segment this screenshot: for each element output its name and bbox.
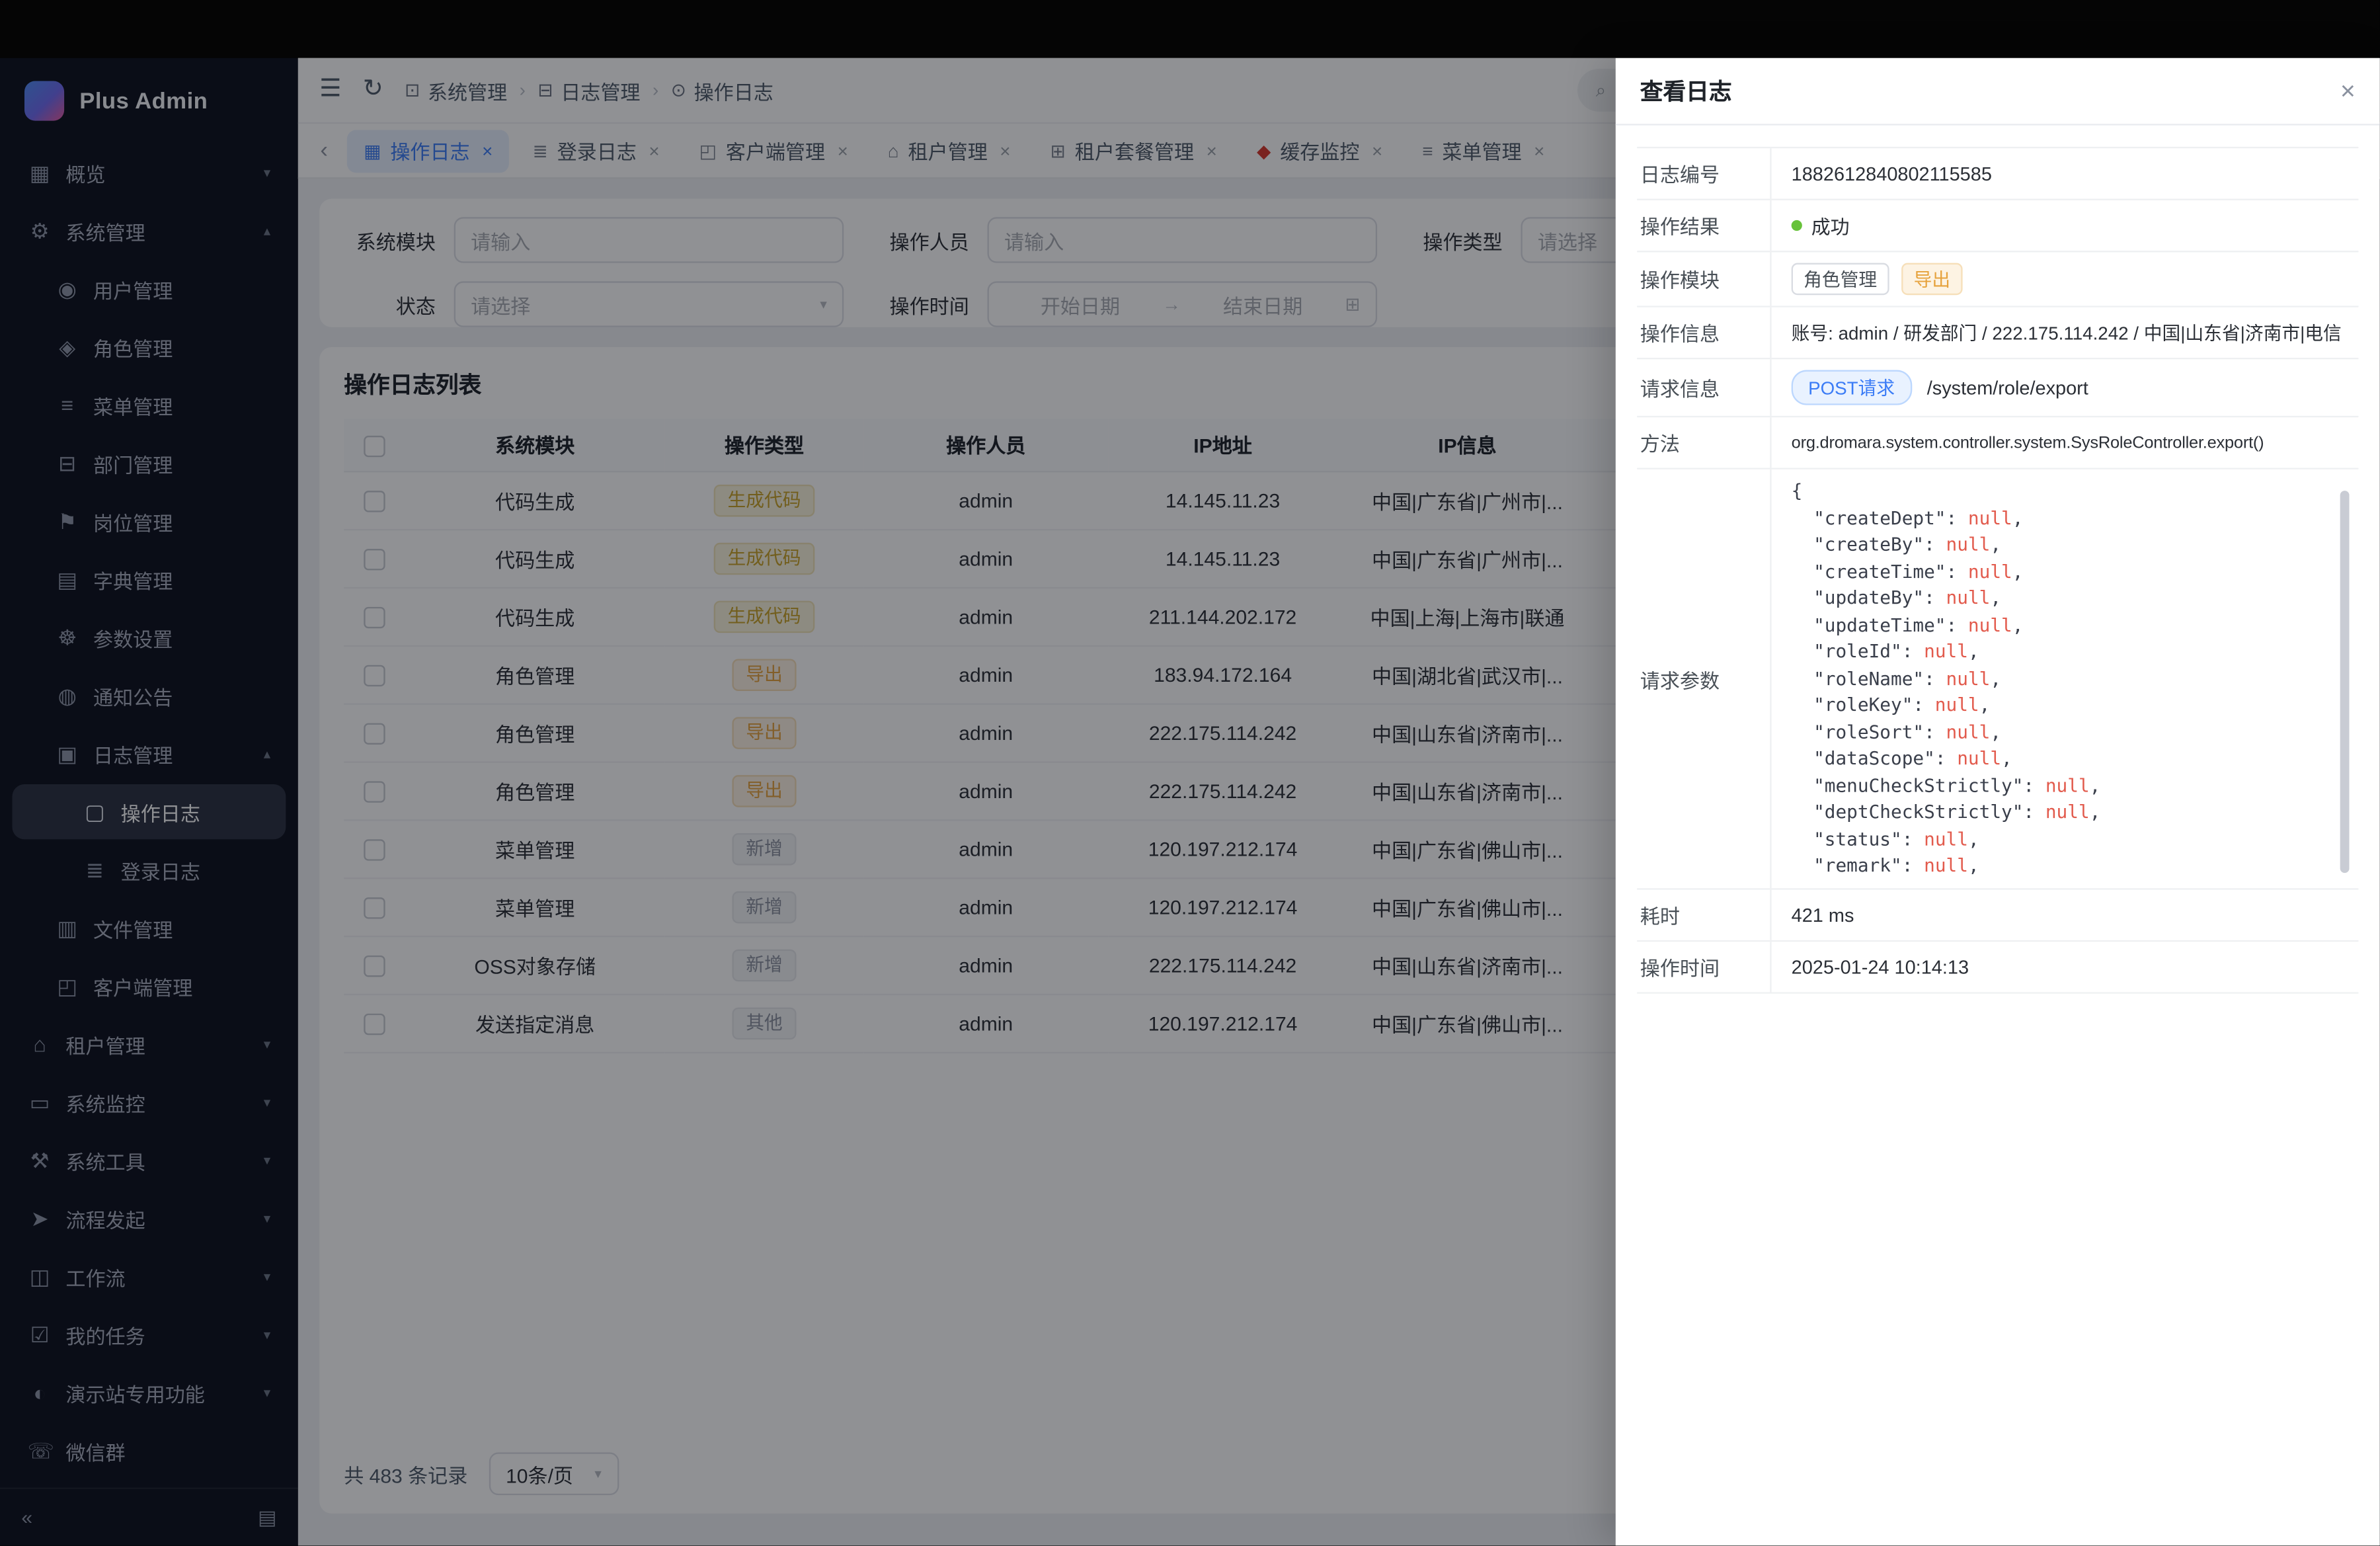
scrollbar-thumb[interactable] (2340, 491, 2350, 873)
field-time: 操作时间 2025-01-24 10:14:13 (1637, 942, 2358, 994)
module-tag: 导出 (1901, 263, 1963, 296)
null-literal: null (1968, 507, 2012, 528)
field-method: 方法 org.dromara.system.controller.system.S… (1637, 417, 2358, 469)
null-literal: null (2045, 801, 2090, 822)
field-label: 操作信息 (1637, 307, 1771, 358)
null-literal: null (1968, 614, 2012, 635)
field-value: 1882612840802115585 (1772, 148, 2359, 198)
field-label: 操作模块 (1637, 252, 1771, 305)
null-literal: null (1935, 694, 1979, 715)
field-value: { "createDept": null, "createBy": null, … (1772, 469, 2359, 888)
status-text: 成功 (1811, 211, 1850, 240)
field-value: 2025-01-24 10:14:13 (1772, 942, 2359, 992)
close-icon[interactable]: × (2340, 78, 2356, 104)
field-label: 日志编号 (1637, 148, 1771, 198)
field-value: 账号: admin / 研发部门 / 222.175.114.242 / 中国|… (1772, 307, 2359, 358)
value-text: 账号: admin / 研发部门 / 222.175.114.242 / 中国|… (1792, 319, 2342, 345)
field-label: 耗时 (1637, 890, 1771, 940)
drawer-header: 查看日志 × (1616, 58, 2380, 126)
null-literal: null (1924, 828, 1968, 849)
drawer-title: 查看日志 (1640, 75, 1732, 107)
field-params: 请求参数{ "createDept": null, "createBy": nu… (1637, 469, 2358, 890)
field-request: 请求信息POST请求/system/role/export (1637, 359, 2358, 417)
value-text: 2025-01-24 10:14:13 (1792, 956, 1969, 977)
module-tag: 角色管理 (1792, 263, 1889, 296)
viewport: Plus Admin ▦概览▾⚙系统管理▴◉用户管理◈角色管理≡菜单管理⊟部门管… (0, 0, 2380, 1545)
field-duration: 耗时 421 ms (1637, 890, 2358, 942)
field-value: 成功 (1772, 200, 2359, 251)
null-literal: null (2045, 774, 2090, 795)
http-method-tag: POST请求 (1792, 370, 1912, 405)
field-value: 421 ms (1772, 890, 2359, 940)
field-label: 请求信息 (1637, 359, 1771, 416)
request-params-code[interactable]: { "createDept": null, "createBy": null, … (1792, 479, 2350, 879)
drawer-body: 日志编号1882612840802115585操作结果成功操作模块角色管理导出操… (1616, 126, 2380, 994)
null-literal: null (1924, 641, 1968, 662)
success-dot-icon (1792, 220, 1802, 231)
field-label: 操作时间 (1637, 942, 1771, 992)
null-literal: null (1946, 721, 1991, 742)
field-value: POST请求/system/role/export (1772, 359, 2359, 416)
field-label: 方法 (1637, 417, 1771, 468)
field-value: org.dromara.system.controller.system.Sys… (1772, 417, 2359, 468)
log-detail-table: 日志编号1882612840802115585操作结果成功操作模块角色管理导出操… (1637, 147, 2358, 994)
field-module: 操作模块角色管理导出 (1637, 252, 2358, 307)
field-log-id: 日志编号 1882612840802115585 (1637, 148, 2358, 200)
json-code: { "createDept": null, "createBy": null, … (1792, 479, 2350, 879)
null-literal: null (1957, 748, 2001, 769)
value-text: 1882612840802115585 (1792, 163, 1992, 184)
field-value: 角色管理导出 (1772, 252, 2359, 305)
value-text: org.dromara.system.controller.system.Sys… (1792, 433, 2264, 452)
null-literal: null (1946, 534, 1991, 555)
view-log-drawer: 查看日志 × 日志编号 1882612840802115585 操作结果 成功操作模块… (1616, 58, 2380, 1546)
top-strip (0, 0, 2380, 58)
null-literal: null (1946, 667, 1991, 688)
null-literal: null (1946, 587, 1991, 608)
request-url: /system/role/export (1927, 377, 2088, 398)
null-literal: null (1924, 854, 1968, 875)
null-literal: null (1968, 560, 2012, 581)
field-label: 请求参数 (1637, 469, 1771, 888)
field-label: 操作结果 (1637, 200, 1771, 251)
field-info: 操作信息账号: admin / 研发部门 / 222.175.114.242 /… (1637, 307, 2358, 360)
value-text: 421 ms (1792, 905, 1854, 926)
field-result: 操作结果 成功 (1637, 200, 2358, 253)
